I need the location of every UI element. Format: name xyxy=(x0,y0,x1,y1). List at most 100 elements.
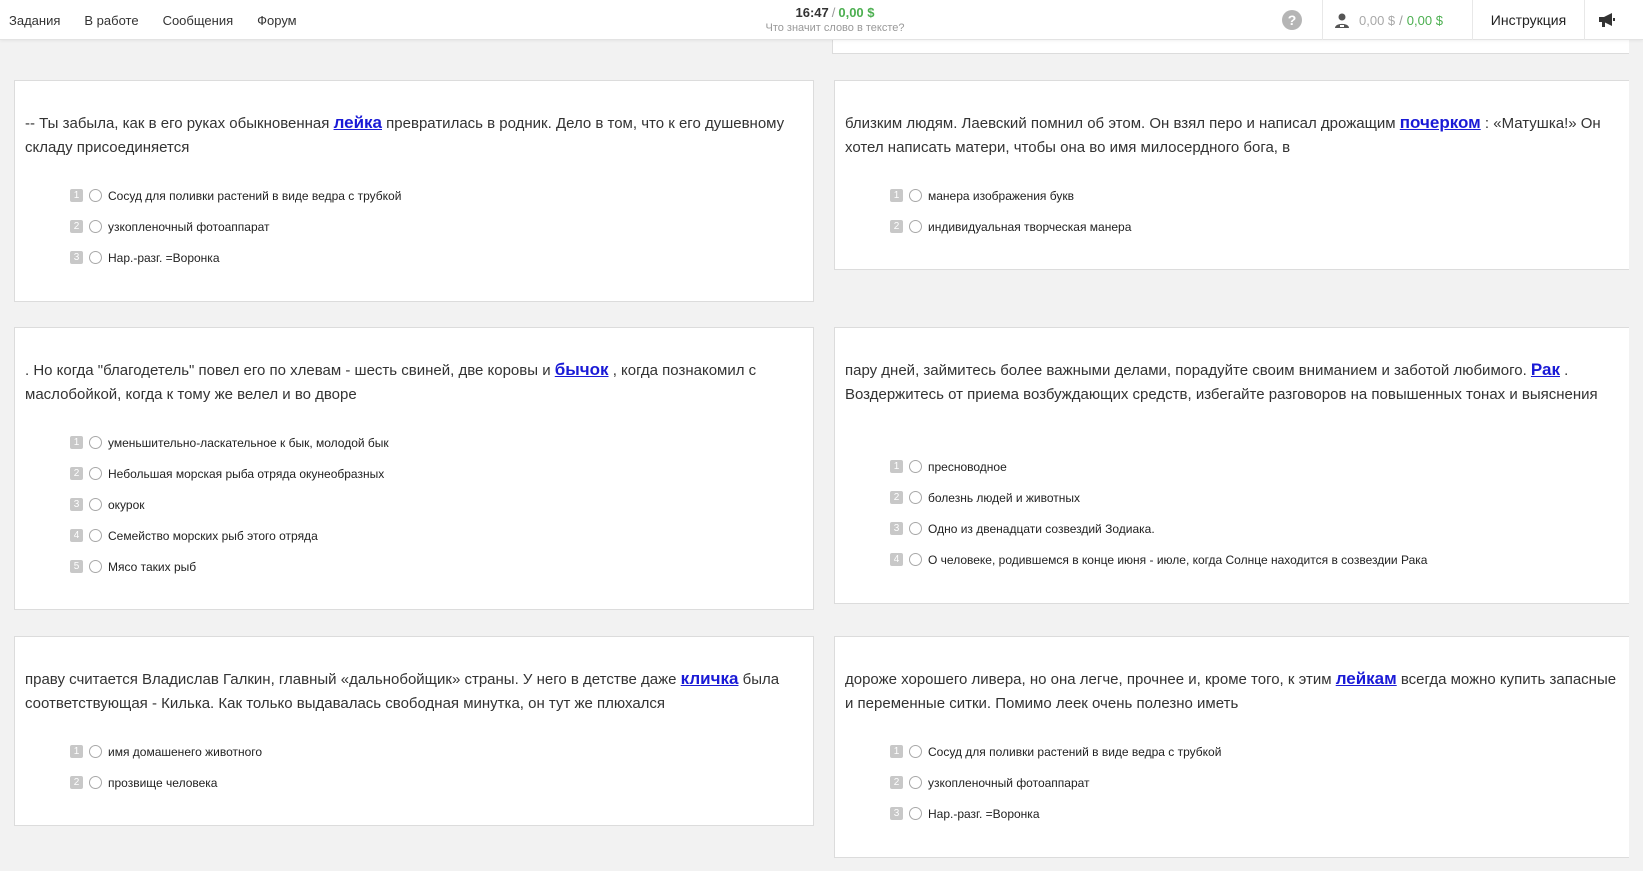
answer-option[interactable]: 3 Нар.-разг. =Воронка xyxy=(70,242,401,273)
option-label: индивидуальная творческая манера xyxy=(928,219,1132,234)
keyword-link[interactable]: кличка xyxy=(681,669,739,688)
balance-widget[interactable]: 0,00 $/0,00 $ xyxy=(1322,0,1472,40)
keyword-link[interactable]: лейка xyxy=(334,113,382,132)
radio-button[interactable] xyxy=(89,467,102,480)
radio-button[interactable] xyxy=(909,460,922,473)
answer-option[interactable]: 1 уменьшительно-ласкательное к бык, молод… xyxy=(70,427,389,458)
option-number: 1 xyxy=(890,189,903,202)
option-label: Мясо таких рыб xyxy=(108,559,197,574)
radio-button[interactable] xyxy=(89,189,102,202)
answer-option[interactable]: 4 О человеке, родившемся в конце июня - и… xyxy=(890,544,1427,575)
question-icon: ? xyxy=(1287,12,1297,28)
page-scrollbar[interactable] xyxy=(1629,40,1643,871)
task-card: праву считается Владислав Галкин, главны… xyxy=(14,636,814,826)
help-button[interactable]: ? xyxy=(1282,10,1302,30)
radio-button[interactable] xyxy=(89,560,102,573)
task-status: 16:47/0,00 $ Что значит слово в тексте? xyxy=(700,5,970,34)
answer-option[interactable]: 2 Небольшая морская рыба отряда окунеобра… xyxy=(70,458,389,489)
option-number: 1 xyxy=(890,745,903,758)
context-text: . Но когда "благодетель" повел его по хл… xyxy=(25,360,757,403)
radio-button[interactable] xyxy=(909,522,922,535)
answer-option[interactable]: 1 Сосуд для поливки растений в виде ведра… xyxy=(890,736,1221,767)
answer-option[interactable]: 2 болезнь людей и животных xyxy=(890,482,1427,513)
task-timer: 16:47 xyxy=(795,5,829,20)
radio-button[interactable] xyxy=(909,745,922,758)
answer-option[interactable]: 2 прозвище человека xyxy=(70,767,262,798)
keyword-link[interactable]: почерком xyxy=(1400,113,1481,132)
option-number: 4 xyxy=(70,529,83,542)
answer-option[interactable]: 2 узкопленочный фотоаппарат xyxy=(70,211,401,242)
task-card: пару дней, займитесь более важными делам… xyxy=(834,327,1634,604)
task-earned: 0,00 $ xyxy=(838,5,875,20)
nav-tasks[interactable]: Задания xyxy=(9,13,60,28)
balance-separator: / xyxy=(1399,12,1403,28)
option-label: Нар.-разг. =Воронка xyxy=(928,806,1040,821)
task-card: . Но когда "благодетель" повел его по хл… xyxy=(14,327,814,610)
radio-button[interactable] xyxy=(89,220,102,233)
top-bar: Задания В работе Сообщения Форум 16:47/0… xyxy=(0,0,1643,40)
context-text: близким людям. Лаевский помнил об этом. … xyxy=(845,113,1601,156)
radio-button[interactable] xyxy=(909,776,922,789)
balance-pending: 0,00 $ xyxy=(1359,12,1396,28)
option-label: Сосуд для поливки растений в виде ведра … xyxy=(928,744,1222,759)
scrollbar-thumb[interactable] xyxy=(1632,42,1640,642)
context-text: дороже хорошего ливера, но она легче, пр… xyxy=(845,669,1617,712)
context-text: -- Ты забыла, как в его руках обыкновенн… xyxy=(25,113,785,156)
answer-option[interactable]: 1 имя домашенего животного xyxy=(70,736,262,767)
nav-messages[interactable]: Сообщения xyxy=(163,13,234,28)
option-number: 2 xyxy=(890,491,903,504)
option-number: 2 xyxy=(70,220,83,233)
answer-option[interactable]: 2 узкопленочный фотоаппарат xyxy=(890,767,1221,798)
radio-button[interactable] xyxy=(909,220,922,233)
radio-button[interactable] xyxy=(89,436,102,449)
answer-option[interactable]: 5 Мясо таких рыб xyxy=(70,551,389,582)
radio-button[interactable] xyxy=(89,251,102,264)
answer-options: 1 манера изображения букв 2 индивидуальная… xyxy=(890,180,1131,242)
keyword-link[interactable]: бычок xyxy=(555,360,609,379)
instructions-button[interactable]: Инструкция xyxy=(1472,0,1584,40)
radio-button[interactable] xyxy=(909,491,922,504)
status-separator: / xyxy=(831,5,836,20)
answer-option[interactable]: 1 Сосуд для поливки растений в виде ведра… xyxy=(70,180,401,211)
answer-options: 1 имя домашенего животного 2 прозвище чело… xyxy=(70,736,262,798)
answer-option[interactable]: 4 Семейство морских рыб этого отряда xyxy=(70,520,389,551)
answer-option[interactable]: 1 пресноводное xyxy=(890,451,1427,482)
answer-option[interactable]: 1 манера изображения букв xyxy=(890,180,1131,211)
option-label: пресноводное xyxy=(928,459,1007,474)
keyword-link[interactable]: лейкам xyxy=(1336,669,1397,688)
main-nav: Задания В работе Сообщения Форум xyxy=(0,0,312,40)
option-label: Одно из двенадцати созвездий Зодиака. xyxy=(928,521,1155,536)
radio-button[interactable] xyxy=(909,807,922,820)
option-label: Небольшая морская рыба отряда окунеобраз… xyxy=(108,466,385,481)
keyword-link[interactable]: Рак xyxy=(1531,360,1560,379)
answer-option[interactable]: 3 окурок xyxy=(70,489,389,520)
context-text: праву считается Владислав Галкин, главны… xyxy=(25,669,780,712)
option-label: уменьшительно-ласкательное к бык, молодо… xyxy=(108,435,389,450)
radio-button[interactable] xyxy=(909,553,922,566)
answer-options: 1 Сосуд для поливки растений в виде ведра… xyxy=(70,180,401,273)
option-label: прозвище человека xyxy=(108,775,218,790)
option-number: 2 xyxy=(70,467,83,480)
radio-button[interactable] xyxy=(89,776,102,789)
option-number: 1 xyxy=(70,436,83,449)
answer-option[interactable]: 3 Нар.-разг. =Воронка xyxy=(890,798,1221,829)
option-number: 4 xyxy=(890,553,903,566)
answer-options: 1 пресноводное 2 болезнь людей и животных … xyxy=(890,451,1427,575)
radio-button[interactable] xyxy=(89,745,102,758)
option-label: узкопленочный фотоаппарат xyxy=(108,219,270,234)
option-number: 2 xyxy=(890,220,903,233)
option-label: Нар.-разг. =Воронка xyxy=(108,250,220,265)
nav-in-progress[interactable]: В работе xyxy=(84,13,138,28)
radio-button[interactable] xyxy=(89,498,102,511)
answer-option[interactable]: 2 индивидуальная творческая манера xyxy=(890,211,1131,242)
option-label: О человеке, родившемся в конце июня - ию… xyxy=(928,552,1428,567)
option-number: 3 xyxy=(70,498,83,511)
nav-forum[interactable]: Форум xyxy=(257,13,297,28)
news-button[interactable] xyxy=(1584,0,1629,40)
answer-option[interactable]: 3 Одно из двенадцати созвездий Зодиака. xyxy=(890,513,1427,544)
option-number: 1 xyxy=(70,189,83,202)
task-title: Что значит слово в тексте? xyxy=(765,22,905,34)
radio-button[interactable] xyxy=(89,529,102,542)
radio-button[interactable] xyxy=(909,189,922,202)
option-label: манера изображения букв xyxy=(928,188,1074,203)
